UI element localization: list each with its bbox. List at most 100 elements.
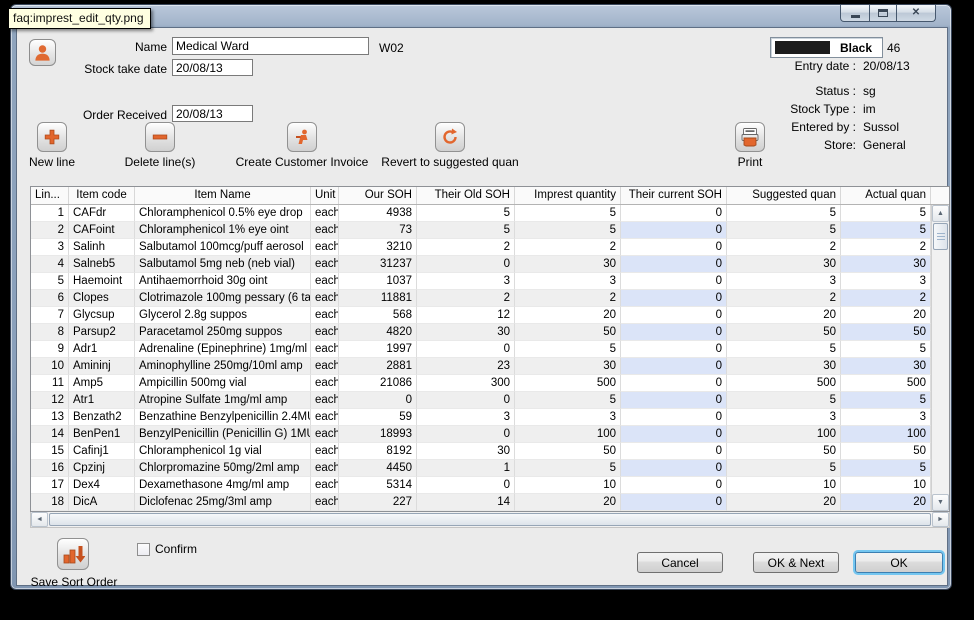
cell-unit[interactable]: each: [311, 358, 339, 375]
cell-line[interactable]: 18: [31, 494, 69, 511]
table-row[interactable]: 16CpzinjChlorpromazine 50mg/2ml ampeach4…: [31, 460, 931, 477]
cell-actual_quan[interactable]: 20: [841, 307, 931, 324]
table-row[interactable]: 9Adr1Adrenaline (Epinephrine) 1mg/ml amp…: [31, 341, 931, 358]
cell-imprest_quantity[interactable]: 50: [515, 443, 621, 460]
table-row[interactable]: 5HaemointAntihaemorrhoid 30g ointeach103…: [31, 273, 931, 290]
titlebar[interactable]: Enter new imprest ✕: [11, 5, 951, 27]
cell-item_name[interactable]: BenzylPenicillin (Penicillin G) 1MU vial: [135, 426, 311, 443]
scroll-right-arrow-icon[interactable]: ►: [932, 512, 949, 527]
cell-their_old_soh[interactable]: 300: [417, 375, 515, 392]
cell-our_soh[interactable]: 0: [339, 392, 417, 409]
cell-suggested_quan[interactable]: 5: [727, 392, 841, 409]
cell-item_code[interactable]: Clopes: [69, 290, 135, 307]
cell-their_current_soh[interactable]: 0: [621, 273, 727, 290]
scroll-up-arrow-icon[interactable]: ▲: [932, 205, 949, 222]
cell-their_old_soh[interactable]: 0: [417, 426, 515, 443]
cell-item_name[interactable]: Chlorpromazine 50mg/2ml amp: [135, 460, 311, 477]
cell-item_name[interactable]: Chloramphenicol 1% eye oint: [135, 222, 311, 239]
color-select[interactable]: Black: [770, 37, 883, 58]
close-button[interactable]: ✕: [896, 5, 936, 22]
cell-item_code[interactable]: BenPen1: [69, 426, 135, 443]
cell-line[interactable]: 9: [31, 341, 69, 358]
cell-item_name[interactable]: Antihaemorrhoid 30g oint: [135, 273, 311, 290]
delete-lines-button[interactable]: Delete line(s): [115, 122, 205, 169]
column-header-their_old_soh[interactable]: Their Old SOH: [417, 187, 515, 204]
cell-their_current_soh[interactable]: 0: [621, 375, 727, 392]
cell-their_old_soh[interactable]: 14: [417, 494, 515, 511]
cell-imprest_quantity[interactable]: 5: [515, 205, 621, 222]
cell-our_soh[interactable]: 4938: [339, 205, 417, 222]
cell-line[interactable]: 7: [31, 307, 69, 324]
cell-our_soh[interactable]: 5314: [339, 477, 417, 494]
cell-suggested_quan[interactable]: 30: [727, 256, 841, 273]
table-row[interactable]: 11Amp5Ampicillin 500mg vialeach210863005…: [31, 375, 931, 392]
cell-unit[interactable]: each: [311, 290, 339, 307]
cell-imprest_quantity[interactable]: 5: [515, 341, 621, 358]
cell-their_current_soh[interactable]: 0: [621, 205, 727, 222]
cell-actual_quan[interactable]: 3: [841, 273, 931, 290]
cell-item_code[interactable]: Glycsup: [69, 307, 135, 324]
cell-item_code[interactable]: Salinh: [69, 239, 135, 256]
column-header-unit[interactable]: Unit: [311, 187, 339, 204]
cell-actual_quan[interactable]: 50: [841, 443, 931, 460]
cell-unit[interactable]: each: [311, 256, 339, 273]
cell-our_soh[interactable]: 227: [339, 494, 417, 511]
cell-line[interactable]: 17: [31, 477, 69, 494]
cell-our_soh[interactable]: 21086: [339, 375, 417, 392]
table-row[interactable]: 3SalinhSalbutamol 100mcg/puff aerosoleac…: [31, 239, 931, 256]
vertical-scroll-track[interactable]: [932, 251, 949, 494]
cell-suggested_quan[interactable]: 10: [727, 477, 841, 494]
cell-imprest_quantity[interactable]: 3: [515, 273, 621, 290]
cell-unit[interactable]: each: [311, 443, 339, 460]
cell-our_soh[interactable]: 18993: [339, 426, 417, 443]
cell-unit[interactable]: each: [311, 375, 339, 392]
cell-actual_quan[interactable]: 5: [841, 460, 931, 477]
cell-their_current_soh[interactable]: 0: [621, 494, 727, 511]
cell-their_current_soh[interactable]: 0: [621, 443, 727, 460]
cell-their_old_soh[interactable]: 3: [417, 273, 515, 290]
table-row[interactable]: 4Salneb5Salbutamol 5mg neb (neb vial)eac…: [31, 256, 931, 273]
maximize-button[interactable]: [869, 5, 897, 22]
cell-item_code[interactable]: CAFdr: [69, 205, 135, 222]
cell-suggested_quan[interactable]: 20: [727, 494, 841, 511]
table-row[interactable]: 18DicADiclofenac 25mg/3ml ampeach2271420…: [31, 494, 931, 511]
cell-actual_quan[interactable]: 3: [841, 409, 931, 426]
save-sort-order-button[interactable]: [57, 538, 89, 570]
create-customer-invoice-button[interactable]: Create Customer Invoice: [222, 122, 382, 169]
cell-item_code[interactable]: Cafinj1: [69, 443, 135, 460]
cell-our_soh[interactable]: 11881: [339, 290, 417, 307]
cell-their_old_soh[interactable]: 5: [417, 205, 515, 222]
table-row[interactable]: 8Parsup2Paracetamol 250mg supposeach4820…: [31, 324, 931, 341]
cell-item_name[interactable]: Aminophylline 250mg/10ml amp: [135, 358, 311, 375]
column-header-item_name[interactable]: Item Name: [135, 187, 311, 204]
cell-their_old_soh[interactable]: 0: [417, 477, 515, 494]
cell-their_old_soh[interactable]: 0: [417, 392, 515, 409]
cell-item_name[interactable]: Dexamethasone 4mg/ml amp: [135, 477, 311, 494]
cell-their_old_soh[interactable]: 23: [417, 358, 515, 375]
cell-their_current_soh[interactable]: 0: [621, 460, 727, 477]
cell-item_name[interactable]: Adrenaline (Epinephrine) 1mg/ml amp: [135, 341, 311, 358]
cell-unit[interactable]: each: [311, 392, 339, 409]
cell-actual_quan[interactable]: 5: [841, 222, 931, 239]
cell-their_old_soh[interactable]: 2: [417, 290, 515, 307]
cell-their_current_soh[interactable]: 0: [621, 307, 727, 324]
cell-their_old_soh[interactable]: 30: [417, 324, 515, 341]
cell-suggested_quan[interactable]: 3: [727, 273, 841, 290]
cell-unit[interactable]: each: [311, 205, 339, 222]
cell-actual_quan[interactable]: 500: [841, 375, 931, 392]
cell-suggested_quan[interactable]: 50: [727, 324, 841, 341]
name-input[interactable]: [172, 37, 369, 55]
cell-unit[interactable]: each: [311, 409, 339, 426]
table-row[interactable]: 7GlycsupGlycerol 2.8g supposeach56812200…: [31, 307, 931, 324]
minimize-button[interactable]: [840, 5, 870, 22]
cell-suggested_quan[interactable]: 2: [727, 290, 841, 307]
cell-line[interactable]: 2: [31, 222, 69, 239]
cell-their_old_soh[interactable]: 5: [417, 222, 515, 239]
ok-button[interactable]: OK: [855, 552, 943, 573]
horizontal-scroll-thumb[interactable]: [49, 513, 931, 526]
cell-suggested_quan[interactable]: 5: [727, 341, 841, 358]
table-row[interactable]: 1CAFdrChloramphenicol 0.5% eye dropeach4…: [31, 205, 931, 222]
vertical-scroll-thumb[interactable]: [933, 223, 948, 250]
cell-their_old_soh[interactable]: 3: [417, 409, 515, 426]
column-header-line[interactable]: Lin...: [31, 187, 69, 204]
